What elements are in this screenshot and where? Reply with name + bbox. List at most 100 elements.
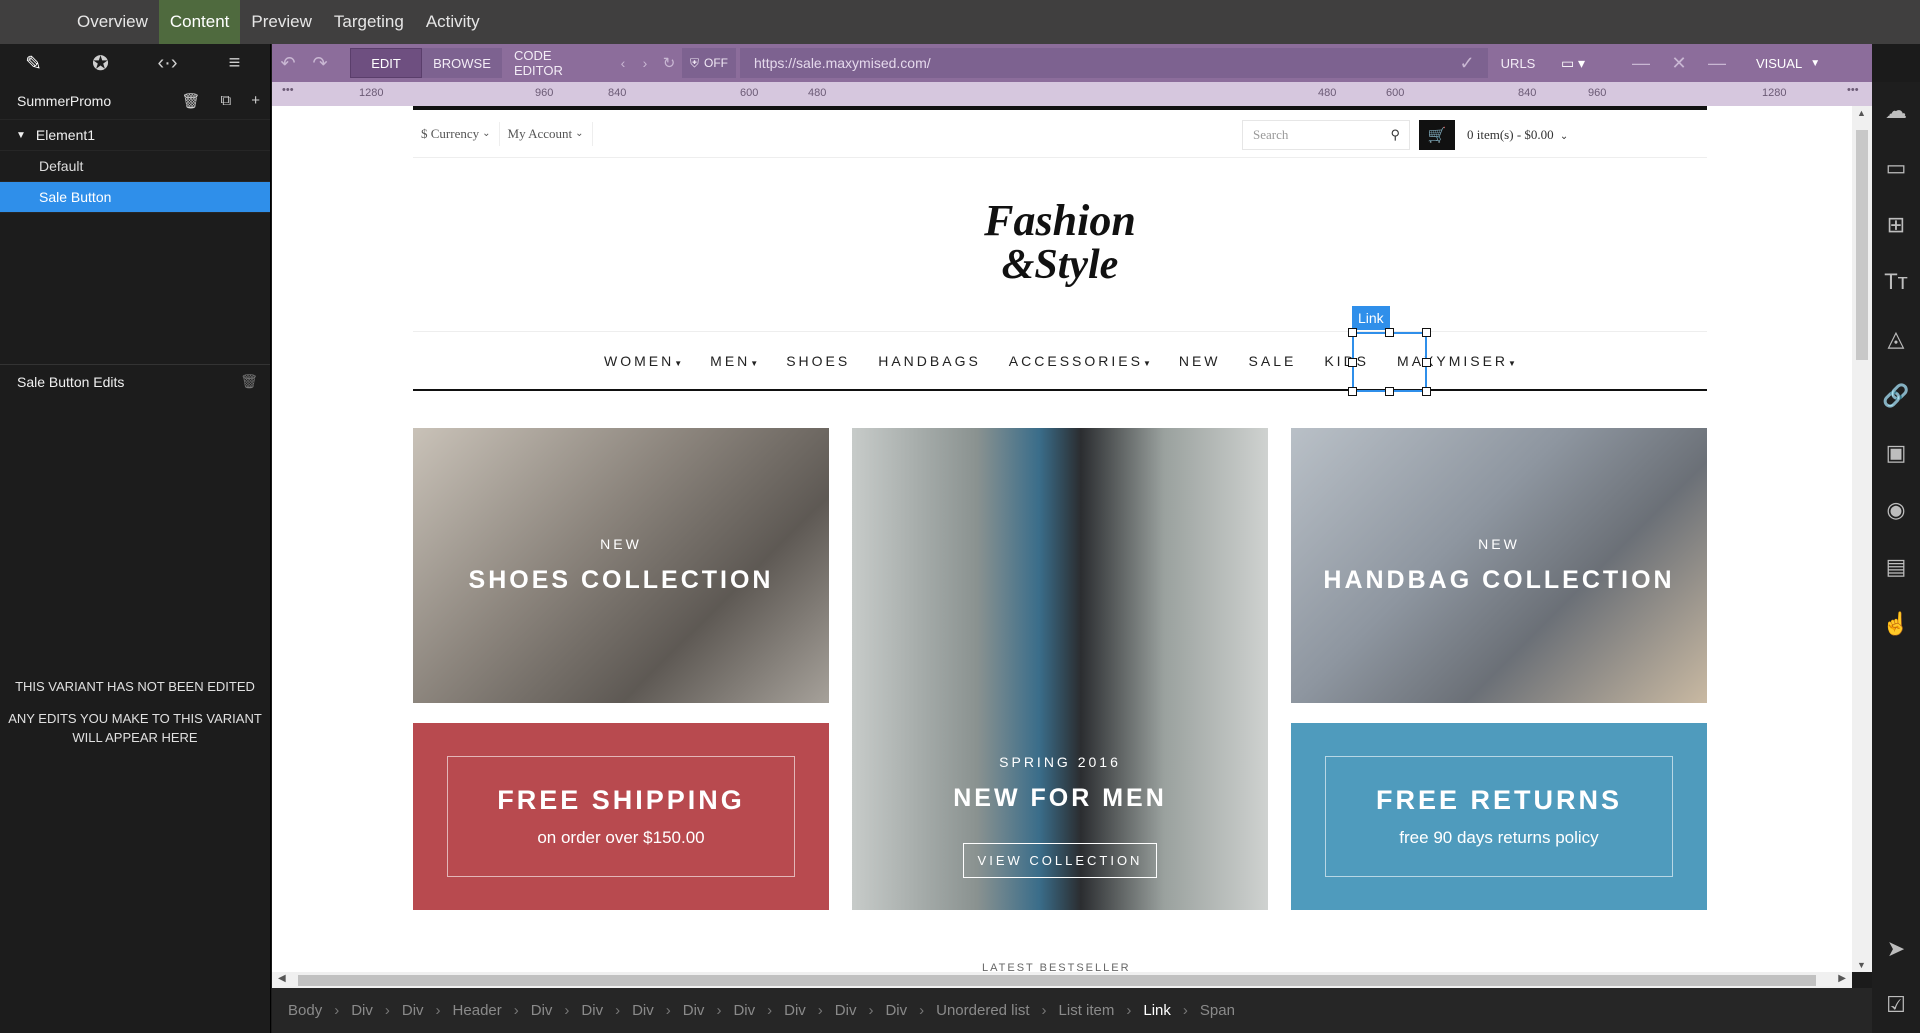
breadcrumb-item[interactable]: Div	[351, 1002, 373, 1019]
more-dots-icon[interactable]: •••	[282, 84, 294, 96]
menu-item-accessories[interactable]: ACCESSORIES▼	[995, 353, 1165, 369]
more-dots-icon[interactable]: •••	[1847, 84, 1859, 96]
tab-content[interactable]: Content	[158, 0, 241, 44]
search-icon[interactable]: ⚲	[1390, 127, 1400, 143]
caret-down-icon[interactable]: ▼	[16, 130, 26, 141]
scroll-up-icon[interactable]: ▲	[1857, 108, 1866, 118]
trash-icon[interactable]: 🗑	[181, 92, 200, 110]
breadcrumb-item[interactable]: Span	[1200, 1002, 1235, 1019]
vertical-scrollbar[interactable]: ▲ ▼	[1852, 106, 1872, 972]
check-icon[interactable]: ✓	[1450, 48, 1485, 78]
menu-item-handbags[interactable]: HANDBAGS	[864, 353, 995, 369]
send-icon[interactable]: ➤	[1872, 920, 1920, 977]
forward-arrow-icon[interactable]: ›	[634, 48, 656, 78]
shield-toggle[interactable]: ⛨ OFF	[682, 48, 737, 78]
free-returns-tile[interactable]: FREE RETURNS free 90 days returns policy	[1291, 723, 1707, 910]
tab-targeting[interactable]: Targeting	[323, 0, 415, 44]
visual-mode-button[interactable]: VISUAL ▼	[1746, 48, 1830, 78]
breadcrumb-item[interactable]: Div	[885, 1002, 907, 1019]
breadcrumb-item[interactable]: Body	[288, 1002, 322, 1019]
breadcrumb-item[interactable]: Div	[784, 1002, 806, 1019]
menu-item-sale[interactable]: SALE	[1235, 353, 1311, 369]
scroll-right-icon[interactable]: ▶	[1838, 973, 1846, 984]
breadcrumb-item-active[interactable]: Link	[1143, 1002, 1171, 1019]
minimize-icon[interactable]: —	[1696, 48, 1738, 78]
checkbox-icon[interactable]: ☑	[1872, 976, 1920, 1033]
menu-item-new[interactable]: NEW	[1165, 353, 1235, 369]
edits-title: Sale Button Edits	[17, 373, 125, 390]
free-shipping-tile[interactable]: FREE SHIPPING on order over $150.00	[413, 723, 829, 910]
horizontal-scrollbar[interactable]: ◀ ▶	[272, 972, 1852, 988]
account-dropdown[interactable]: My Account ⌄	[500, 121, 593, 146]
badge-a-icon[interactable]: ✪	[67, 44, 134, 82]
view-collection-button[interactable]: VIEW COLLECTION	[962, 843, 1158, 878]
url-field[interactable]: https://sale.maxymised.com/	[740, 48, 1489, 78]
new-for-men-tile[interactable]: SPRING 2016 NEW FOR MEN VIEW COLLECTION	[852, 428, 1268, 910]
chevron-right-icon: ›	[817, 1002, 823, 1019]
breadcrumb-item[interactable]: Div	[733, 1002, 755, 1019]
eye-icon[interactable]: ◉	[1872, 481, 1920, 538]
device-icon[interactable]: ▭ ▾	[1546, 48, 1600, 78]
menu-item-men[interactable]: MEN▼	[696, 353, 772, 369]
breadcrumb-item[interactable]: Div	[581, 1002, 603, 1019]
breadcrumb-item[interactable]: Unordered list	[936, 1002, 1029, 1019]
duplicate-icon[interactable]: ⧉	[221, 92, 232, 110]
hand-pointer-icon[interactable]: ☝	[1872, 595, 1920, 652]
scroll-left-icon[interactable]: ◀	[278, 973, 286, 984]
minimize-icon[interactable]: —	[1620, 48, 1662, 78]
scroll-thumb[interactable]	[298, 975, 1816, 986]
search-input[interactable]: Search ⚲	[1242, 120, 1410, 150]
code-editor-button[interactable]: CODE EDITOR	[502, 48, 612, 78]
breadcrumb-item[interactable]: Div	[835, 1002, 857, 1019]
breadcrumb-item[interactable]: Div	[632, 1002, 654, 1019]
ruler-icon[interactable]: ▤	[1872, 538, 1920, 595]
menu-item-shoes[interactable]: SHOES	[772, 353, 864, 369]
code-arrows-icon[interactable]: ‹·›	[134, 44, 201, 82]
urls-button[interactable]: URLS	[1490, 48, 1546, 78]
add-box-icon[interactable]: ⊞	[1872, 196, 1920, 253]
tab-activity[interactable]: Activity	[415, 0, 491, 44]
paint-bucket-icon[interactable]: ◬	[1872, 310, 1920, 367]
cloud-download-icon[interactable]: ☁	[1872, 82, 1920, 139]
folder-icon[interactable]: ▭	[1872, 139, 1920, 196]
breakpoint-ruler[interactable]: ••• 1280 960 840 600 480 480 600 840 960…	[272, 82, 1872, 106]
breadcrumb-item[interactable]: Div	[402, 1002, 424, 1019]
breadcrumb-item[interactable]: Div	[531, 1002, 553, 1019]
menu-item-kids[interactable]: KIDS	[1310, 353, 1383, 369]
undo-icon[interactable]: ↶	[272, 48, 304, 78]
variant-sale-button[interactable]: Sale Button	[0, 182, 270, 213]
pencil-icon[interactable]: ✎	[0, 44, 67, 82]
breadcrumb-item[interactable]: Header	[453, 1002, 502, 1019]
element-row[interactable]: ▼ Element1	[0, 120, 270, 151]
empty-variant-note: THIS VARIANT HAS NOT BEEN EDITED ANY EDI…	[0, 677, 270, 747]
browse-mode-button[interactable]: BROWSE	[422, 48, 502, 78]
scroll-thumb[interactable]	[1856, 130, 1868, 360]
tab-preview[interactable]: Preview	[240, 0, 322, 44]
link-icon[interactable]: 🔗	[1872, 367, 1920, 424]
menu-item-women[interactable]: WOMEN▼	[590, 353, 696, 369]
menu-item-maxymiser[interactable]: MAXYMISER▼	[1383, 353, 1530, 369]
sort-lines-icon[interactable]: ≡	[201, 44, 268, 82]
text-size-icon[interactable]: Tт	[1872, 253, 1920, 310]
handbag-collection-tile[interactable]: NEW HANDBAG COLLECTION	[1291, 428, 1707, 703]
scroll-down-icon[interactable]: ▼	[1857, 960, 1866, 970]
cart-info[interactable]: 0 item(s) - $0.00 ⌄	[1467, 127, 1568, 143]
variant-default[interactable]: Default	[0, 151, 270, 182]
campaign-row[interactable]: SummerPromo 🗑 ⧉ +	[0, 82, 270, 120]
breadcrumb-item[interactable]: Div	[683, 1002, 705, 1019]
currency-dropdown[interactable]: $ Currency ⌄	[413, 121, 500, 146]
site-logo[interactable]: Fashion &Style	[413, 158, 1707, 331]
shoes-collection-tile[interactable]: NEW SHOES COLLECTION	[413, 428, 829, 703]
tab-overview[interactable]: Overview	[66, 0, 159, 44]
breadcrumb-item[interactable]: List item	[1059, 1002, 1115, 1019]
edit-mode-button[interactable]: EDIT	[350, 48, 422, 78]
image-icon[interactable]: ▣	[1872, 424, 1920, 481]
redo-icon[interactable]: ↷	[304, 48, 336, 78]
close-icon[interactable]: ✕	[1662, 48, 1696, 78]
plus-icon[interactable]: +	[251, 92, 260, 110]
ruler-label: 840	[608, 87, 627, 99]
refresh-icon[interactable]: ↻	[656, 48, 682, 78]
trash-icon[interactable]: 🗑	[240, 373, 258, 390]
back-arrow-icon[interactable]: ‹	[612, 48, 634, 78]
cart-button[interactable]: 🛒	[1419, 120, 1455, 150]
